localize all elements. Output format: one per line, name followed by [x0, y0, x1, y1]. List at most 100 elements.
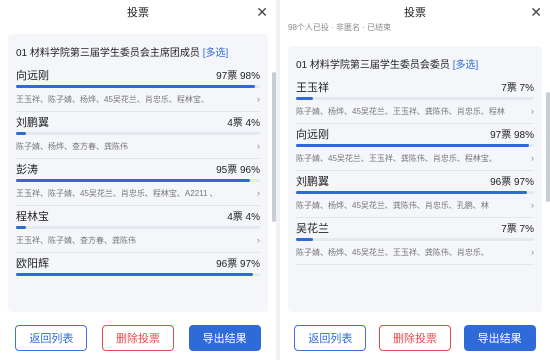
- divider: [296, 264, 534, 265]
- voter-names: 陈子婧、杨烨、45吴花兰、王玉祥、龚陈伟、肖忠乐、程林: [296, 106, 505, 116]
- export-results-button[interactable]: 导出结果: [188, 325, 261, 351]
- chevron-right-icon[interactable]: ›: [257, 188, 260, 198]
- vote-count: 7票: [501, 224, 517, 235]
- scrollbar[interactable]: [272, 72, 276, 222]
- option-result: 4票 4%: [227, 208, 260, 223]
- delete-vote-button[interactable]: 删除投票: [378, 325, 451, 351]
- option-header: 欧阳辉 96票 97%: [16, 255, 260, 270]
- vote-count: 96票: [216, 259, 238, 270]
- progress-track: [296, 97, 534, 100]
- multi-select-tag: [多选]: [452, 60, 479, 71]
- option-item: 彭涛 95票 96% 王玉祥、陈子婧、45吴花兰、肖忠乐、程林宝、A2211 、 ›: [8, 159, 268, 200]
- option-result: 97票 98%: [216, 67, 260, 82]
- progress-fill: [16, 132, 26, 135]
- voter-names: 陈子婧、杨烨、45吴花兰、龚陈伟、肖忠乐、孔鹏、林: [296, 200, 489, 210]
- option-item: 向远刚 97票 98% 王玉祥、陈子婧、杨烨、45吴花兰、肖忠乐、程林宝、 ›: [8, 65, 268, 106]
- voter-names: 王玉祥、陈子婧、45吴花兰、肖忠乐、程林宝、A2211 、: [16, 188, 218, 198]
- close-icon[interactable]: ✕: [256, 5, 268, 19]
- option-name: 欧阳辉: [16, 258, 49, 270]
- option-header: 彭涛 95票 96%: [16, 161, 260, 176]
- option-name: 吴花兰: [296, 223, 329, 235]
- option-result: 96票 97%: [216, 255, 260, 270]
- panel-title: 投票: [404, 7, 426, 19]
- option-item: 欧阳辉 96票 97%: [8, 253, 268, 276]
- option-result: 96票 97%: [490, 173, 534, 188]
- vote-count: 4票: [227, 212, 243, 223]
- vote-count: 97票: [216, 71, 238, 82]
- chevron-right-icon[interactable]: ›: [531, 247, 534, 257]
- progress-track: [16, 85, 260, 88]
- option-result: 4票 4%: [227, 114, 260, 129]
- vote-panel-left: 投票 ✕ 01 材料学院第三届学生委员会主席团成员 [多选] 向远刚 97票 98…: [0, 0, 276, 360]
- footer-actions: 返回列表 删除投票 导出结果: [280, 320, 550, 356]
- option-result: 7票 7%: [501, 79, 534, 94]
- option-name: 向远刚: [296, 129, 329, 141]
- voter-list[interactable]: 陈子婧、杨烨、45吴花兰、王玉祥、龚陈伟、肖忠乐、 ›: [296, 245, 534, 259]
- back-to-list-button[interactable]: 返回列表: [15, 325, 88, 351]
- chevron-right-icon[interactable]: ›: [257, 94, 260, 104]
- close-icon[interactable]: ✕: [530, 5, 542, 19]
- voter-names: 陈子婧、杨烨、查方春、龚陈伟: [16, 141, 128, 151]
- option-header: 刘鹏翼 4票 4%: [16, 114, 260, 129]
- vote-percent: 7%: [519, 224, 534, 235]
- multi-select-tag: [多选]: [202, 48, 229, 59]
- chevron-right-icon[interactable]: ›: [531, 106, 534, 116]
- vote-count: 7票: [501, 83, 517, 94]
- option-list: 向远刚 97票 98% 王玉祥、陈子婧、杨烨、45吴花兰、肖忠乐、程林宝、 › 刘鹏翼 4…: [8, 65, 268, 276]
- progress-fill: [296, 191, 527, 194]
- vote-count: 97票: [490, 130, 512, 141]
- option-item: 向远刚 97票 98% 陈子婧、45吴花兰、王玉祥、龚陈伟、肖忠乐、程林宝、 ›: [288, 124, 542, 165]
- voter-list[interactable]: 王玉祥、陈子婧、45吴花兰、肖忠乐、程林宝、A2211 、 ›: [16, 186, 260, 200]
- option-header: 刘鹏翼 96票 97%: [296, 173, 534, 188]
- option-name: 刘鹏翼: [296, 176, 329, 188]
- vote-percent: 98%: [513, 130, 534, 141]
- question-text: 材料学院第三届学生委员会委员: [309, 60, 450, 71]
- voter-list[interactable]: 王玉祥、陈子婧、查方春、龚陈伟 ›: [16, 233, 260, 247]
- progress-track: [16, 226, 260, 229]
- voter-names: 陈子婧、45吴花兰、王玉祥、龚陈伟、肖忠乐、程林宝、: [296, 153, 497, 163]
- option-header: 程林宝 4票 4%: [16, 208, 260, 223]
- progress-track: [16, 179, 260, 182]
- vote-count: 95票: [216, 165, 238, 176]
- progress-track: [296, 144, 534, 147]
- chevron-right-icon[interactable]: ›: [531, 153, 534, 163]
- voter-list[interactable]: 陈子婧、杨烨、45吴花兰、王玉祥、龚陈伟、肖忠乐、程林 ›: [296, 104, 534, 118]
- vote-percent: 7%: [519, 83, 534, 94]
- delete-vote-button[interactable]: 删除投票: [101, 325, 174, 351]
- back-to-list-button[interactable]: 返回列表: [294, 325, 367, 351]
- question-number: 01: [296, 60, 308, 71]
- progress-track: [16, 132, 260, 135]
- chevron-right-icon[interactable]: ›: [257, 235, 260, 245]
- option-result: 97票 98%: [490, 126, 534, 141]
- voter-list[interactable]: 王玉祥、陈子婧、杨烨、45吴花兰、肖忠乐、程林宝、 ›: [16, 92, 260, 106]
- voter-list[interactable]: 陈子婧、杨烨、查方春、龚陈伟 ›: [16, 139, 260, 153]
- vote-percent: 97%: [239, 259, 260, 270]
- progress-fill: [16, 226, 26, 229]
- vote-status: 98个人已投 · 非匿名 · 已结束: [288, 23, 392, 32]
- voter-list[interactable]: 陈子婧、45吴花兰、王玉祥、龚陈伟、肖忠乐、程林宝、 ›: [296, 151, 534, 165]
- vote-percent: 4%: [245, 212, 260, 223]
- option-list: 王玉祥 7票 7% 陈子婧、杨烨、45吴花兰、王玉祥、龚陈伟、肖忠乐、程林 › 向远刚 9…: [288, 77, 542, 265]
- vote-percent: 98%: [239, 71, 260, 82]
- option-result: 95票 96%: [216, 161, 260, 176]
- footer-actions: 返回列表 删除投票 导出结果: [0, 320, 276, 356]
- question-title: 01 材料学院第三届学生委员会委员 [多选]: [288, 46, 542, 77]
- panel-header: 投票 ✕: [0, 0, 276, 26]
- chevron-right-icon[interactable]: ›: [257, 141, 260, 151]
- voter-list[interactable]: 陈子婧、杨烨、45吴花兰、龚陈伟、肖忠乐、孔鹏、林 ›: [296, 198, 534, 212]
- voter-names: 王玉祥、陈子婧、杨烨、45吴花兰、肖忠乐、程林宝、: [16, 94, 209, 104]
- voter-names: 王玉祥、陈子婧、查方春、龚陈伟: [16, 235, 136, 245]
- scrollbar[interactable]: [546, 92, 550, 202]
- vote-panel-right: 投票 ✕ 98个人已投 · 非匿名 · 已结束 01 材料学院第三届学生委员会委…: [280, 0, 550, 360]
- progress-fill: [16, 179, 251, 182]
- chevron-right-icon[interactable]: ›: [531, 200, 534, 210]
- progress-track: [16, 273, 260, 276]
- question-card: 01 材料学院第三届学生委员会委员 [多选] 王玉祥 7票 7% 陈子婧、杨烨、45…: [288, 46, 542, 312]
- option-item: 刘鹏翼 96票 97% 陈子婧、杨烨、45吴花兰、龚陈伟、肖忠乐、孔鹏、林 ›: [288, 171, 542, 212]
- vote-percent: 4%: [245, 118, 260, 129]
- progress-track: [296, 191, 534, 194]
- export-results-button[interactable]: 导出结果: [463, 325, 536, 351]
- panel-title: 投票: [127, 7, 149, 19]
- option-name: 彭涛: [16, 164, 38, 176]
- question-card: 01 材料学院第三届学生委员会主席团成员 [多选] 向远刚 97票 98% 王玉祥、…: [8, 34, 268, 312]
